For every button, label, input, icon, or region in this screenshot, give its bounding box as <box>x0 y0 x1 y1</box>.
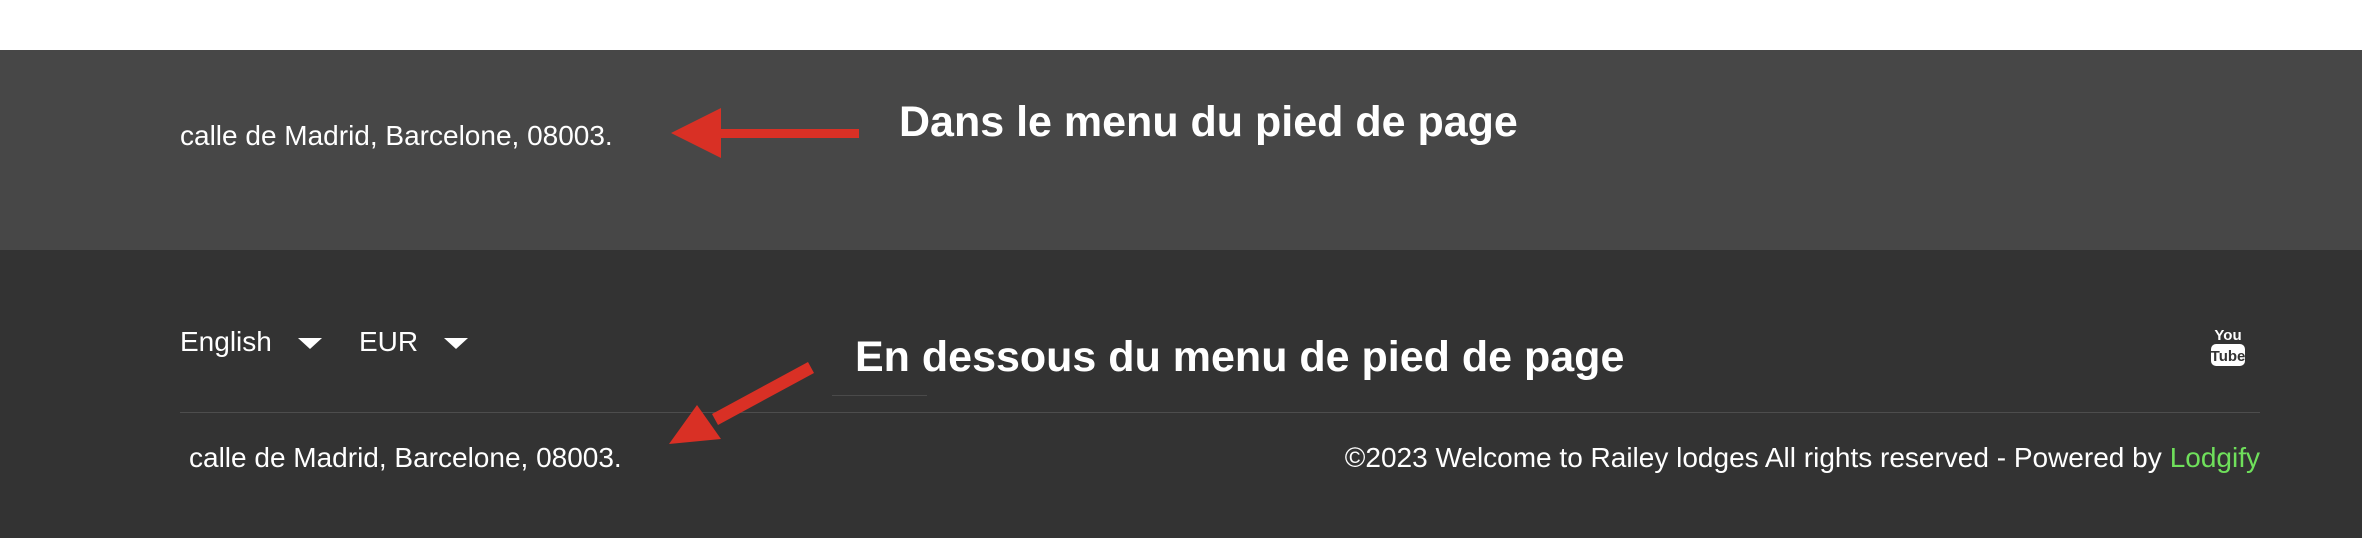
language-selector-value: English <box>180 326 272 357</box>
footer-menu-address: calle de Madrid, Barcelone, 08003. <box>180 120 613 151</box>
page-top-strip <box>0 0 2362 50</box>
currency-selector-value: EUR <box>359 326 419 357</box>
lodgify-link[interactable]: Lodgify <box>2170 442 2260 474</box>
caret-down-icon <box>297 337 322 349</box>
youtube-you-text: You <box>2214 327 2241 344</box>
copyright-line: ©2023 Welcome to Railey lodges All right… <box>1345 442 2260 474</box>
copyright-text: ©2023 Welcome to Railey lodges All right… <box>1344 442 2162 473</box>
caret-down-icon <box>444 337 469 349</box>
footer-bottom-address: calle de Madrid, Barcelone, 08003. <box>189 442 622 473</box>
language-selector[interactable]: English <box>180 326 322 358</box>
footer-bottom-section <box>0 250 2362 538</box>
footer-divider <box>180 412 2260 413</box>
annotation-upper-label: Dans le menu du pied de page <box>899 98 1518 146</box>
youtube-tube-text: Tube <box>2211 348 2246 365</box>
youtube-icon[interactable]: You Tube <box>2209 324 2247 368</box>
divider-short <box>832 395 927 396</box>
currency-selector[interactable]: EUR <box>359 326 469 358</box>
annotation-lower-label: En dessous du menu de pied de page <box>855 333 1625 381</box>
